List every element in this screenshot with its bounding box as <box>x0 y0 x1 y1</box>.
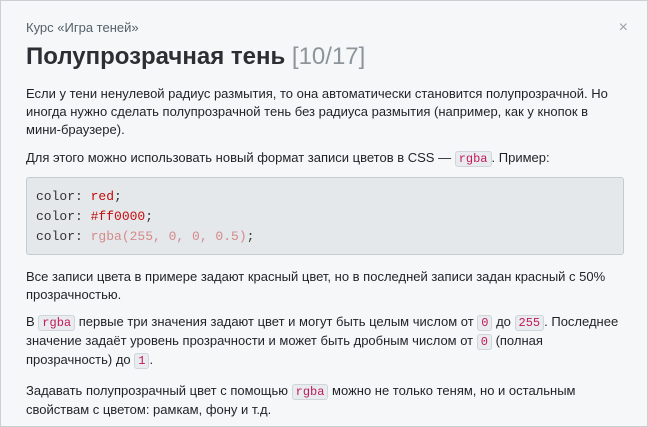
code-line: color: red; <box>36 187 614 207</box>
inline-code-255: 255 <box>514 315 545 331</box>
code-prop: color: <box>36 209 91 224</box>
code-example-block: color: red; color: #ff0000; color: rgba(… <box>26 177 624 255</box>
paragraph-rgba-format: Для этого можно использовать новый форма… <box>26 149 626 168</box>
inline-code-zero: 0 <box>476 334 492 350</box>
text-segment: Задавать полупрозрачный цвет с помощью <box>26 383 292 398</box>
text-segment: до <box>492 314 515 329</box>
paragraph-explanation: Все записи цвета в примере задают красны… <box>26 269 606 302</box>
inline-code-zero: 0 <box>477 315 493 331</box>
page-title: Полупрозрачная тень [10/17] <box>26 43 365 71</box>
inline-code-rgba: rgba <box>38 315 76 331</box>
code-value: rgba(255, 0, 0, 0.5) <box>90 229 247 244</box>
close-icon[interactable]: × <box>619 19 628 37</box>
code-value: red <box>90 189 115 204</box>
inline-code-rgba: rgba <box>454 151 492 167</box>
text-segment: первые три значения задают цвет и могут … <box>75 314 478 329</box>
text-segment: В <box>26 314 39 329</box>
code-end: ; <box>114 189 122 204</box>
code-prop: color: <box>36 189 91 204</box>
paragraph-rgba-values: В rgba первые три значения задают цвет и… <box>26 313 626 370</box>
code-line: color: #ff0000; <box>36 207 614 227</box>
title-text: Полупрозрачная тень <box>26 43 286 70</box>
inline-code-rgba: rgba <box>291 384 329 400</box>
paragraph-usage: Задавать полупрозрачный цвет с помощью r… <box>26 382 626 419</box>
code-end: ; <box>246 229 255 244</box>
text-segment: . <box>149 352 154 367</box>
code-prop: color: <box>36 229 91 244</box>
text-segment: Для этого можно использовать новый форма… <box>26 150 455 165</box>
inline-code-one: 1 <box>134 353 150 369</box>
code-end: ; <box>145 209 154 224</box>
lesson-panel: Курс «Игра теней» Полупрозрачная тень [1… <box>0 0 648 427</box>
text-segment: . Пример: <box>491 150 550 165</box>
lesson-progress: [10/17] <box>291 43 366 70</box>
code-value: #ff0000 <box>90 209 146 224</box>
course-label: Курс «Игра теней» <box>26 20 139 35</box>
paragraph-intro: Если у тени ненулевой радиус размытия, т… <box>26 86 608 137</box>
code-line: color: rgba(255, 0, 0, 0.5); <box>36 227 614 247</box>
